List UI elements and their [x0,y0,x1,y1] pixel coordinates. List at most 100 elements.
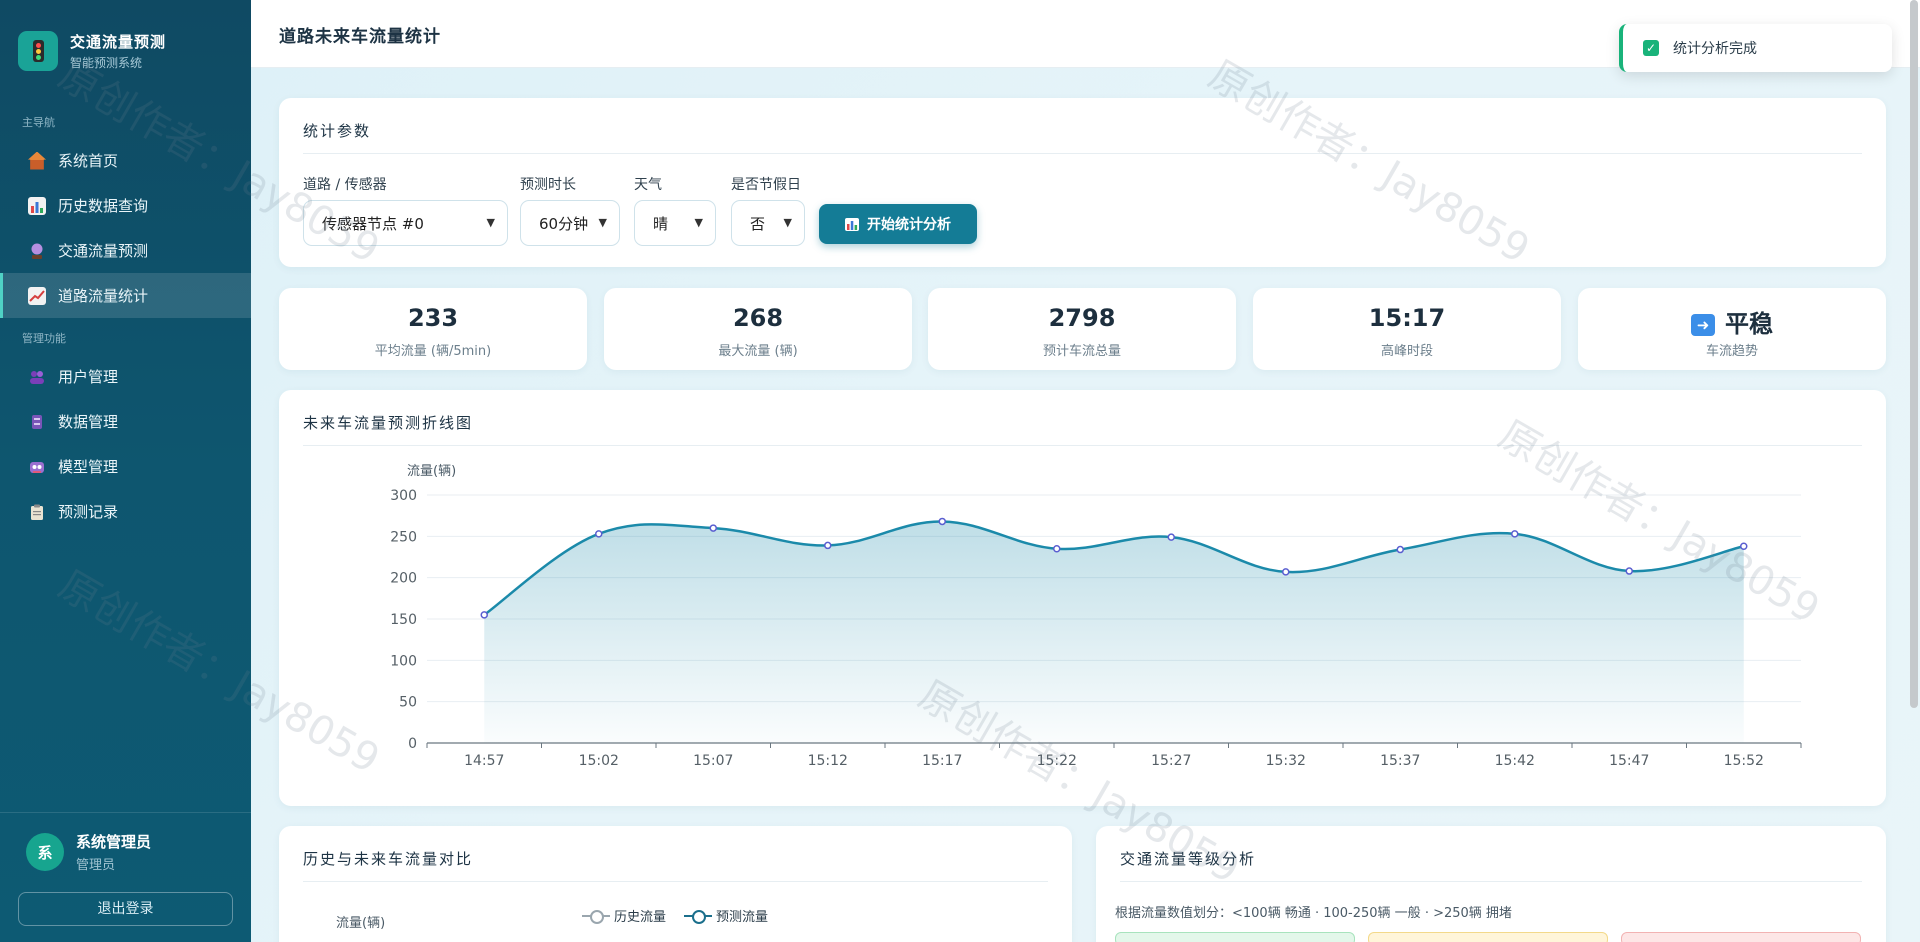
sidebar-item-label: 历史数据查询 [58,197,149,215]
nav-section-main: 主导航 [22,116,55,129]
road-select[interactable]: 传感器节点 #0 ▼ [303,200,508,246]
legend-line-icon [582,909,610,924]
forecast-area [484,521,1744,743]
x-tick-label: 15:12 [808,753,848,769]
stat-value: 15:17 [1368,304,1446,332]
params-title: 统计参数 [303,122,372,140]
users-icon [28,368,46,386]
sidebar-item-label: 模型管理 [58,458,119,476]
duration-label: 预测时长 [520,177,576,193]
weather-select[interactable]: 晴 ▼ [634,200,716,246]
legend-history[interactable]: 历史流量 [582,906,666,925]
sidebar-item-label: 预测记录 [58,503,119,521]
avatar: 系 [26,833,64,871]
app-title: 交通流量预测 [70,33,167,51]
level-normal-box [1368,932,1608,942]
sidebar-item-data[interactable]: 数据管理 [0,399,251,444]
duration-select[interactable]: 60分钟 ▼ [520,200,620,246]
compare-title: 历史与未来车流量对比 [303,850,474,868]
start-analysis-label: 开始统计分析 [867,216,951,232]
user-info: 系 系统管理员 管理员 [0,813,251,873]
forecast-chart-card: 未来车流量预测折线图 流量(辆) 300 250 200 150 100 50 0 14:57 1… [279,390,1886,806]
home-icon [28,151,46,170]
level-title: 交通流量等级分析 [1120,850,1257,868]
legend-label: 历史流量 [614,910,667,925]
success-toast: ✓ 统计分析完成 [1619,24,1892,72]
stat-value: 268 [732,304,784,332]
forecast-data-point [1511,530,1519,538]
y-tick-label: 250 [390,529,417,545]
start-analysis-button[interactable]: 开始统计分析 [819,204,977,244]
forecast-data-point [1053,544,1061,553]
check-icon: ✓ [1643,40,1659,56]
page-title: 道路未来车流量统计 [279,27,441,47]
sidebar-item-label: 用户管理 [58,368,119,386]
toast-text: 统计分析完成 [1673,41,1757,57]
x-tick-label: 15:02 [579,753,619,769]
sidebar-item-users[interactable]: 用户管理 [0,354,251,399]
crystal-ball-icon [28,242,46,260]
sidebar-item-home[interactable]: 系统首页 [0,138,251,183]
compare-card: 历史与未来车流量对比 流量(辆) [279,826,1072,942]
forecast-data-point [480,611,488,619]
forecast-line-chart: 流量(辆) 300 250 200 150 100 50 0 14:57 15:02 15:07 15… [390,464,1802,769]
sidebar-item-records[interactable]: 预测记录 [0,489,251,534]
forecast-data-point [1740,542,1748,551]
forecast-data-point [938,517,946,526]
holiday-select[interactable]: 否 ▼ [731,200,805,246]
chevron-down-icon: ▼ [694,216,703,229]
compare-ylabel: 流量(辆) [336,916,386,931]
stat-label: 最大流量 (辆) [718,344,798,359]
stat-card-avg: 233 平均流量 (辆/5min) [279,288,587,370]
sidebar-item-label: 交通流量预测 [58,242,149,260]
line-chart-icon [28,286,46,305]
y-tick-label: 200 [390,571,417,587]
sidebar-item-road-stats[interactable]: 道路流量统计 [0,273,251,318]
sidebar: 交通流量预测 智能预测系统 主导航 系统首页 历史数据查询 交通流量预测 道路流… [0,0,251,942]
stat-label: 平均流量 (辆/5min) [374,344,492,359]
x-tick-label: 15:42 [1495,753,1535,769]
level-card: 交通流量等级分析 根据流量数值划分：<100辆 畅通 · 100-250辆 一般… [1096,826,1886,942]
stat-value: 233 [407,304,459,332]
y-tick-label: 0 [408,736,417,752]
sidebar-item-predict[interactable]: 交通流量预测 [0,228,251,273]
arrow-right-icon: ➜ [1691,314,1715,336]
sidebar-item-history[interactable]: 历史数据查询 [0,183,251,228]
road-label: 道路 / 传感器 [303,177,387,193]
duration-select-value: 60分钟 [539,214,589,233]
holiday-label: 是否节假日 [731,177,801,193]
bar-chart-icon [28,196,46,215]
forecast-data-point [1396,545,1404,554]
stat-value: 平稳 [1725,310,1773,338]
sidebar-item-models[interactable]: 模型管理 [0,444,251,489]
y-tick-label: 300 [390,488,417,504]
chevron-down-icon: ▼ [486,216,495,229]
holiday-select-value: 否 [750,214,766,233]
forecast-data-point [595,530,603,538]
sidebar-item-label: 道路流量统计 [58,287,149,305]
forecast-data-point [1167,533,1175,541]
x-tick-label: 14:57 [464,753,504,769]
weather-label: 天气 [634,177,662,193]
x-tick-label: 15:22 [1037,753,1077,769]
brand: 交通流量预测 智能预测系统 [0,0,251,80]
forecast-data-point [1282,568,1290,576]
sidebar-item-label: 数据管理 [58,413,119,431]
page-scrollbar[interactable] [1910,0,1918,708]
logout-button[interactable]: 退出登录 [18,892,233,926]
level-description: 根据流量数值划分：<100辆 畅通 · 100-250辆 一般 · >250辆 … [1115,906,1512,921]
level-smooth-box [1115,932,1355,942]
y-tick-label: 100 [390,653,417,669]
database-icon [28,413,46,431]
stat-card-total: 2798 预计车流总量 [928,288,1236,370]
nav-section-manage: 管理功能 [22,332,66,345]
stat-label: 高峰时段 [1380,344,1433,359]
legend-label: 预测流量 [716,910,769,925]
x-tick-label: 15:47 [1609,753,1649,769]
bar-chart-icon [845,217,859,231]
legend-line-icon [684,909,712,924]
chevron-down-icon: ▼ [783,216,792,229]
legend-prediction[interactable]: 预测流量 [684,906,768,925]
stat-card-trend: ➜ 平稳 车流趋势 [1578,288,1886,370]
y-axis-label: 流量(辆) [407,464,456,479]
